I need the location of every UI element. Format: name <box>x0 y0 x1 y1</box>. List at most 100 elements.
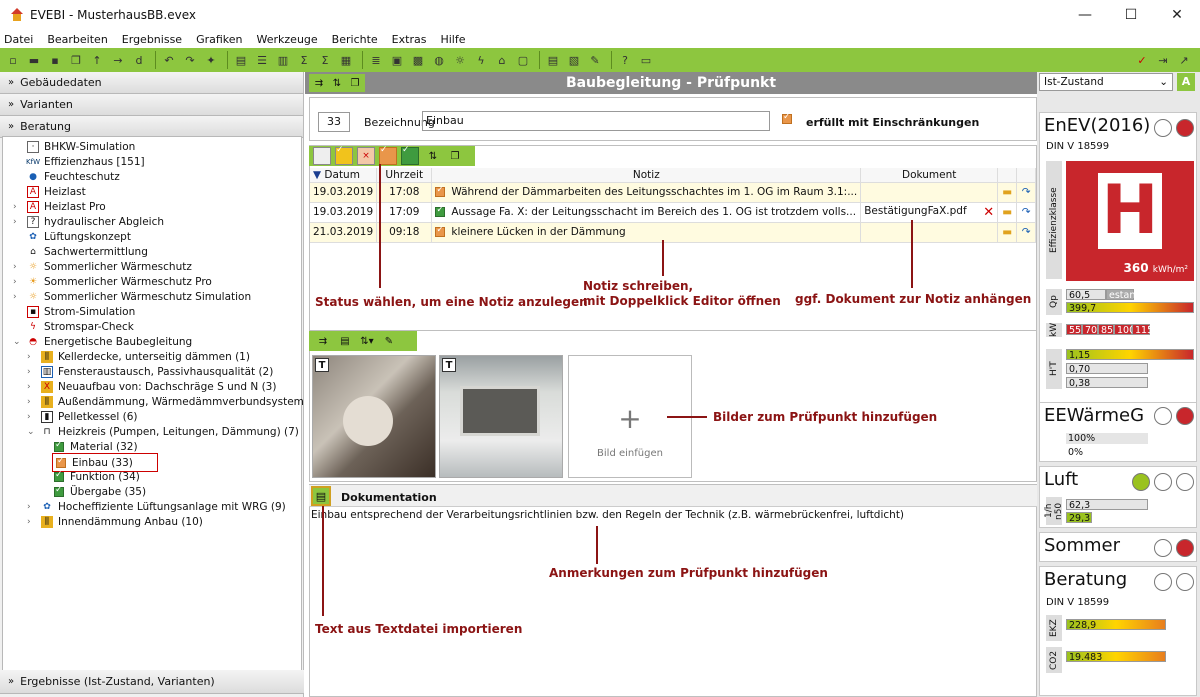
sum-orange-icon[interactable]: Σ <box>295 51 313 69</box>
delete-doc-icon[interactable]: ✕ <box>983 205 994 220</box>
tree-item-kellerdecke[interactable]: › ⫼ Kellerdecke, unterseitig dämmen (1) <box>27 349 250 364</box>
text-badge-icon[interactable]: T <box>315 358 329 372</box>
tree-item-sachwert[interactable]: ⌂ Sachwertermittlung <box>27 244 148 259</box>
tree-item-material[interactable]: Material (32) <box>53 439 138 454</box>
menu-extras[interactable]: Extras <box>392 33 427 46</box>
paste-image-icon[interactable]: ▤ <box>335 332 355 350</box>
tree-item-sws[interactable]: › ☼ Sommerlicher Wärmeschutz <box>13 259 192 274</box>
heat-icon[interactable]: ▣ <box>388 51 406 69</box>
copy-notes-icon[interactable]: ❐ <box>445 147 465 165</box>
section-ergebnisse[interactable]: » Ergebnisse (Ist-Zustand, Varianten) <box>0 670 304 694</box>
tree-item-heizkreis[interactable]: ⌄ ⊓ Heizkreis (Pumpen, Leitungen, Dämmung)… <box>27 424 299 439</box>
bezeichnung-input[interactable]: Einbau <box>422 111 770 131</box>
section-beratung[interactable]: » Beratung <box>0 116 303 138</box>
document-icon[interactable]: ▤ <box>232 51 250 69</box>
text-badge-icon[interactable]: T <box>442 358 456 372</box>
auto-update-button[interactable]: A <box>1177 73 1195 91</box>
exit-icon[interactable]: ⇥ <box>1154 51 1172 69</box>
help-icon[interactable]: ? <box>616 51 634 69</box>
save-icon[interactable]: ▪ <box>46 51 64 69</box>
wall-icon[interactable]: ▩ <box>409 51 427 69</box>
doku-textarea[interactable]: Einbau entsprechend der Verarbeitungsric… <box>311 509 1031 521</box>
sum-blue-icon[interactable]: Σ <box>316 51 334 69</box>
layers-icon[interactable]: ≣ <box>367 51 385 69</box>
tree-item-strom-sim[interactable]: ▪ Strom-Simulation <box>27 304 135 319</box>
tree-item-sws-pro[interactable]: › ☀ Sommerlicher Wärmeschutz Pro <box>13 274 212 289</box>
import-text-icon[interactable]: ▤ <box>311 486 331 506</box>
menu-werkzeuge[interactable]: Werkzeuge <box>257 33 318 46</box>
print-icon[interactable]: ▤ <box>544 51 562 69</box>
tree-item-fenster[interactable]: › ▥ Fensteraustausch, Passivhausqualität (… <box>27 364 273 379</box>
menu-berichte[interactable]: Berichte <box>332 33 378 46</box>
lightning-icon[interactable]: ϟ <box>472 51 490 69</box>
tree-item-feuchteschutz[interactable]: ● Feuchteschutz <box>27 169 120 184</box>
attach-icon[interactable]: ↷ <box>1016 182 1036 203</box>
info-icon[interactable]: ▭ <box>637 51 655 69</box>
col-notiz[interactable]: Notiz <box>431 168 862 183</box>
tree-item-baubegleitung[interactable]: ⌄ ◓ Energetische Baubegleitung <box>13 334 192 349</box>
photo-thumbnail-2[interactable]: T <box>439 355 563 478</box>
tree-item-dachschraege[interactable]: › X Neuaufbau von: Dachschräge S und N (3) <box>27 379 276 394</box>
col-dokument[interactable]: Dokument <box>860 168 999 183</box>
tree-item-sws-sim[interactable]: › ☼ Sommerlicher Wärmeschutz Simulation <box>13 289 251 304</box>
tree-item-effizienzhaus[interactable]: KfW Effizienzhaus [151] <box>26 154 145 169</box>
menu-grafiken[interactable]: Grafiken <box>196 33 242 46</box>
wand-icon[interactable]: ✦ <box>202 51 220 69</box>
section-varianten[interactable]: » Varianten <box>0 94 303 116</box>
pruefpunkt-number[interactable]: 33 <box>318 112 350 132</box>
col-datum[interactable]: ▼ Datum <box>310 168 378 183</box>
new-file-icon[interactable]: ▫ <box>4 51 22 69</box>
copy-icon[interactable]: ❐ <box>67 51 85 69</box>
status-orange-button[interactable] <box>379 145 399 165</box>
boiler-icon[interactable]: ▢ <box>514 51 532 69</box>
tree-item-uebergabe[interactable]: Übergabe (35) <box>53 484 146 499</box>
report-icon[interactable]: ▦ <box>337 51 355 69</box>
sort-images-icon[interactable]: ⇅▾ <box>357 332 377 350</box>
tree-item-funktion[interactable]: Funktion (34) <box>53 469 140 484</box>
open-folder-icon[interactable]: ▬ <box>25 51 43 69</box>
status-empty-button[interactable] <box>313 147 333 165</box>
close-button[interactable]: ✕ <box>1154 0 1200 30</box>
menu-hilfe[interactable]: Hilfe <box>440 33 465 46</box>
menu-datei[interactable]: Datei <box>4 33 33 46</box>
status-checkbox[interactable] <box>782 112 792 124</box>
open-folder-icon[interactable]: ▬ <box>997 182 1018 203</box>
tree-item-stromspar[interactable]: ϟ Stromspar-Check <box>27 319 134 334</box>
sort-notes-icon[interactable]: ⇅ <box>423 147 443 165</box>
tree-item-heizlast[interactable]: A Heizlast <box>27 184 86 199</box>
chart-icon[interactable]: ▥ <box>274 51 292 69</box>
maximize-button[interactable]: ☐ <box>1108 0 1154 30</box>
table-row[interactable]: 19.03.2019 17:08 Während der Dämmarbeite… <box>310 182 1036 203</box>
attach-icon[interactable]: ↷ <box>1016 222 1036 243</box>
minimize-button[interactable]: — <box>1062 0 1108 30</box>
tree-item-bhkw[interactable]: · BHKW-Simulation <box>27 139 135 154</box>
section-gebaeudedaten[interactable]: » Gebäudedaten <box>0 72 303 94</box>
list-icon[interactable]: ☰ <box>253 51 271 69</box>
tree-item-innendaemmung[interactable]: › ⫼ Innendämmung Anbau (10) <box>27 514 203 529</box>
status-green-button[interactable] <box>401 145 421 165</box>
check-icon[interactable]: ✓ <box>1133 51 1151 69</box>
globe-icon[interactable]: ◍ <box>430 51 448 69</box>
status-red-button[interactable]: × <box>357 147 377 165</box>
tree-item-hydraulik[interactable]: ›? hydraulischer Abgleich <box>13 214 164 229</box>
table-row[interactable]: 21.03.2019 09:18 kleinere Lücken in der … <box>310 222 1036 243</box>
export-icon[interactable]: → <box>109 51 127 69</box>
import-icon[interactable]: ↑ <box>88 51 106 69</box>
status-yellow-button[interactable] <box>335 145 355 165</box>
tree-item-heizlast-pro[interactable]: › A Heizlast Pro <box>13 199 106 214</box>
tree-item-lueftung[interactable]: ✿ Lüftungskonzept <box>27 229 131 244</box>
variant-dropdown[interactable]: Ist-Zustand ⌄ <box>1039 73 1173 91</box>
menu-ergebnisse[interactable]: Ergebnisse <box>122 33 182 46</box>
tree-item-pellet[interactable]: › ▮ Pelletkessel (6) <box>27 409 138 424</box>
graph-icon[interactable]: ↗ <box>1175 51 1193 69</box>
tree-item-aussendaemmung[interactable]: › ⫼ Außendämmung, Wärmedämmverbundsystem (… <box>27 394 322 409</box>
pdf-icon[interactable]: ▧ <box>565 51 583 69</box>
open-folder-icon[interactable]: ▬ <box>997 202 1018 223</box>
edit-image-icon[interactable]: ✎ <box>379 332 399 350</box>
undo-icon[interactable]: ↶ <box>160 51 178 69</box>
col-uhrzeit[interactable]: Uhrzeit <box>376 168 433 183</box>
attach-icon[interactable]: ↷ <box>1016 202 1036 223</box>
redo-icon[interactable]: ↷ <box>181 51 199 69</box>
dena-icon[interactable]: d <box>130 51 148 69</box>
edit-doc-icon[interactable]: ✎ <box>586 51 604 69</box>
